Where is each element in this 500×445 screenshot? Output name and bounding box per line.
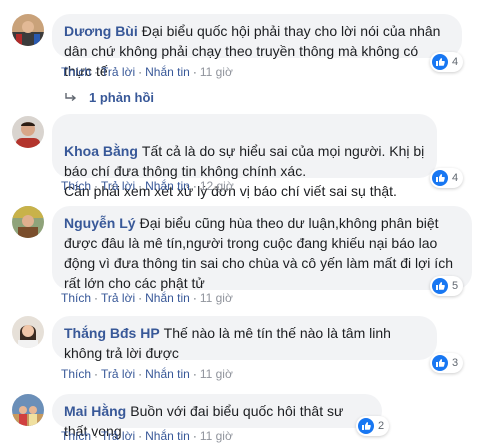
view-replies-link[interactable]: 1 phản hồi (65, 90, 154, 105)
message-button[interactable]: Nhắn tin (145, 367, 190, 381)
comment-actions: Thích · Trả lời · Nhắn tin · 11 giờ (61, 367, 233, 381)
comment-time[interactable]: 11 giờ (200, 367, 233, 381)
comment-bubble: Nguyễn Lý Đại biểu cũng hùa theo dư luận,… (52, 206, 472, 291)
comment-bubble: Mai Hằng Buồn với đai biểu quốc hôi thât … (52, 394, 382, 439)
comment-bubble: Khoa Bằng Tất cả là do sự hiểu sai của mọ… (52, 114, 437, 199)
message-button[interactable]: Nhắn tin (145, 429, 190, 443)
like-button[interactable]: Thích (61, 367, 91, 381)
reply-button[interactable]: Trả lời (101, 429, 135, 443)
comment-author[interactable]: Dương Bùi (64, 23, 138, 39)
reaction-count[interactable]: 3 (430, 353, 464, 373)
message-button[interactable]: Nhắn tin (145, 65, 190, 79)
like-icon (432, 170, 448, 186)
reply-button[interactable]: Trả lời (101, 291, 135, 305)
comment-actions: Thích · Trả lời · Nhắn tin · 12 giờ (61, 179, 234, 193)
reaction-count[interactable]: 4 (430, 168, 464, 188)
reply-button[interactable]: Trả lời (101, 179, 135, 193)
comment-actions: Thích · Trả lời · Nhắn tin · 11 giờ (61, 291, 233, 305)
comment-actions: Thích · Trả lời · Nhắn tin · 11 giờ (61, 429, 233, 443)
comment-author[interactable]: Thắng Bđs HP (64, 325, 160, 341)
like-icon (432, 54, 448, 70)
comment-time[interactable]: 11 giờ (200, 429, 233, 443)
like-button[interactable]: Thích (61, 429, 91, 443)
comment-author[interactable]: Khoa Bằng (64, 143, 138, 159)
comment-author[interactable]: Nguyễn Lý (64, 215, 136, 231)
reaction-count[interactable]: 5 (430, 276, 464, 296)
reaction-number: 3 (452, 357, 459, 369)
avatar[interactable] (12, 206, 44, 238)
comment-author[interactable]: Mai Hằng (64, 403, 126, 419)
like-button[interactable]: Thích (61, 65, 91, 79)
replies-label[interactable]: 1 phản hồi (89, 90, 154, 105)
comment-time[interactable]: 11 giờ (200, 291, 233, 305)
comment-bubble: Dương Bùi Đại biểu quốc hội phải thay cho… (52, 14, 462, 79)
reaction-number: 5 (452, 280, 459, 292)
reaction-number: 4 (452, 172, 459, 184)
comment-actions: Thích · Trả lời · Nhắn tin · 11 giờ (61, 65, 233, 79)
reaction-count[interactable]: 4 (430, 52, 464, 72)
like-button[interactable]: Thích (61, 291, 91, 305)
reply-button[interactable]: Trả lời (101, 367, 135, 381)
avatar[interactable] (12, 316, 44, 348)
comment-bubble: Thắng Bđs HP Thế nào là mê tín thế nào là… (52, 316, 437, 361)
message-button[interactable]: Nhắn tin (145, 291, 190, 305)
reply-arrow-icon (65, 92, 77, 103)
reaction-count[interactable]: 2 (356, 416, 390, 436)
reply-button[interactable]: Trả lời (101, 65, 135, 79)
reaction-number: 4 (452, 56, 459, 68)
like-icon (358, 418, 374, 434)
avatar[interactable] (12, 14, 44, 46)
message-button[interactable]: Nhắn tin (145, 179, 190, 193)
avatar[interactable] (12, 394, 44, 426)
comment-time[interactable]: 12 giờ (200, 179, 234, 193)
reaction-number: 2 (378, 420, 385, 432)
like-button[interactable]: Thích (61, 179, 91, 193)
avatar[interactable] (12, 116, 44, 148)
comment-time[interactable]: 11 giờ (200, 65, 233, 79)
like-icon (432, 355, 448, 371)
like-icon (432, 278, 448, 294)
